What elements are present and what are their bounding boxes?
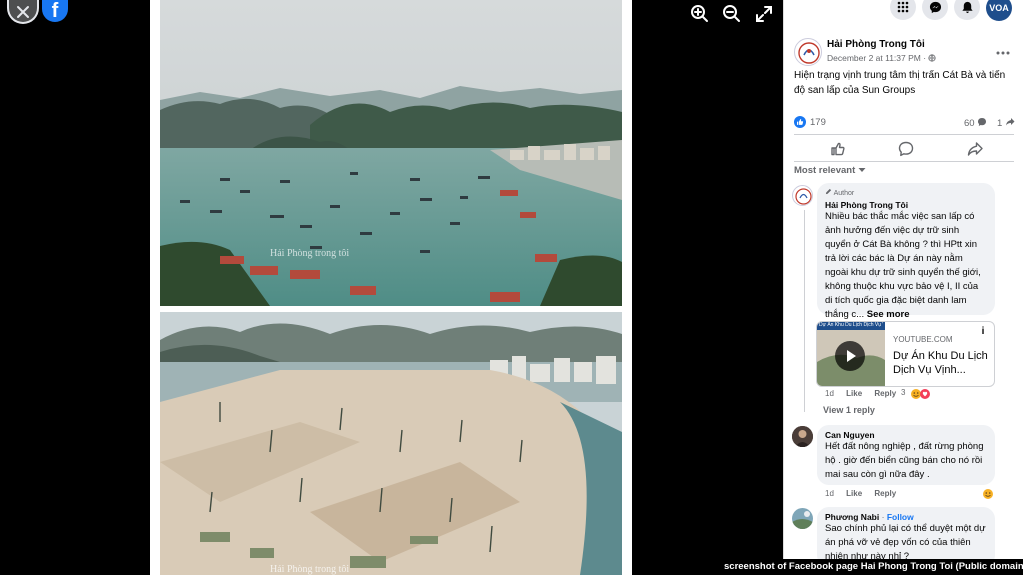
view-replies-label: View 1 reply [823, 405, 875, 415]
messenger-icon [929, 1, 941, 13]
notifications-button[interactable] [954, 0, 980, 20]
comment-text: Sao chính phủ lại có thể duyệt một dự án… [825, 523, 986, 562]
comment-text: Hết đất nông nghiệp , đất rừng phòng hộ … [825, 441, 984, 480]
comment-avatar[interactable] [792, 426, 813, 447]
image-credit: screenshot of Facebook page Hai Phong Tr… [718, 559, 1023, 575]
info-icon[interactable]: i [975, 324, 991, 340]
view-replies-link[interactable]: View 1 reply [823, 405, 875, 415]
chevron-down-icon [858, 168, 866, 172]
like-reaction-icon[interactable] [794, 116, 806, 128]
bay-photo: Hải Phòng trong tôi [160, 0, 622, 306]
close-viewer-button[interactable] [7, 0, 39, 24]
zoom-in-icon[interactable] [690, 4, 710, 24]
comment-bubble: Phương Nabi · Follow Sao chính phủ lại c… [817, 507, 995, 567]
post-text: Hiện trạng vịnh trung tâm thị trấn Cát B… [794, 70, 1006, 96]
post-actions-bar [794, 134, 1014, 162]
thumbs-up-icon [831, 142, 845, 156]
post-timestamp[interactable]: December 2 at 11:37 PM · [827, 53, 937, 63]
fullscreen-icon[interactable] [754, 4, 774, 24]
share-icon [967, 142, 983, 156]
post-header: Hải Phòng Trong Tôi December 2 at 11:37 … [794, 38, 1014, 68]
page-name[interactable]: Hải Phòng Trong Tôi [827, 39, 925, 50]
thumbnail-caption: Dự Án Khu Du Lịch Dịch Vụ Vịnh Trung Tâm… [819, 322, 883, 328]
top-navigation-bar: VOA [784, 0, 1023, 26]
pencil-icon [825, 188, 832, 195]
comment-sort-label: Most relevant [794, 165, 856, 176]
comment-author[interactable]: Can Nguyen [825, 430, 987, 440]
comment-bubble: Author Hải Phòng Trong Tôi Nhiều bác thắ… [817, 183, 995, 320]
share-button[interactable] [966, 140, 984, 158]
comment-time[interactable]: 1d [825, 489, 834, 498]
comment-count-icon [978, 118, 987, 126]
reply-thread-line [804, 210, 805, 412]
watermark-bottom: Hải Phòng trong tôi [270, 564, 349, 575]
link-title: Dự Án Khu Du Lịch Dịch Vụ Vịnh... [893, 350, 988, 376]
shares-count-value: 1 [997, 118, 1003, 129]
author-badge: Author [825, 188, 987, 197]
dot-separator: · [881, 512, 885, 522]
comment-meta: 1d Like Reply [825, 489, 906, 498]
photo-viewer: f Hải Phòng trong tôi Hải Phòng trong tô… [0, 0, 783, 575]
close-icon [17, 6, 29, 18]
youtube-link-preview[interactable]: Dự Án Khu Du Lịch Dịch Vụ Vịnh Trung Tâm… [816, 321, 995, 387]
post-options-button[interactable] [996, 42, 1010, 58]
comment-reply-button[interactable]: Reply [874, 489, 896, 498]
globe-icon [928, 54, 937, 62]
comment-reaction-icon[interactable] [982, 487, 994, 499]
comment-text-body: Nhiều bác thắc mắc việc san lấp có ảnh h… [825, 211, 981, 320]
author-badge-label: Author [833, 190, 855, 197]
reaction-emoji-icons [910, 387, 932, 399]
like-button[interactable] [829, 140, 847, 158]
shares-count[interactable]: 1 [997, 117, 1015, 129]
comment-icon [898, 141, 914, 157]
follow-button[interactable]: Follow [887, 512, 914, 522]
screenshot-stage: f Hải Phòng trong tôi Hải Phòng trong tô… [0, 0, 1023, 575]
comment-author[interactable]: Hải Phòng Trong Tôi [825, 200, 987, 210]
facebook-logo[interactable]: f [42, 0, 68, 22]
comment-author-row: Phương Nabi · Follow [825, 512, 987, 522]
share-count-icon [1005, 118, 1015, 126]
menu-grid-icon [897, 1, 909, 13]
notifications-icon [961, 1, 973, 13]
comment-button[interactable] [897, 140, 915, 158]
reclamation-photo: Hải Phòng trong tôi [160, 312, 622, 575]
messenger-button[interactable] [922, 0, 948, 20]
comment-avatar[interactable] [792, 185, 813, 206]
more-options-icon [996, 51, 1010, 55]
page-avatar[interactable] [794, 38, 822, 66]
comment-reaction-count: 3 [901, 388, 906, 397]
post-photo[interactable]: Hải Phòng trong tôi Hải Phòng trong tôi [150, 0, 632, 575]
comment-meta: 1d Like Reply [825, 389, 906, 398]
zoom-out-icon[interactable] [722, 4, 742, 24]
comment-sort-dropdown[interactable]: Most relevant [794, 165, 866, 176]
account-avatar[interactable]: VOA [986, 0, 1012, 21]
reactions-summary: 179 60 1 [794, 116, 1016, 130]
comment-time[interactable]: 1d [825, 389, 834, 398]
comment-bubble: Can Nguyen Hết đất nông nghiệp , đất rừn… [817, 425, 995, 485]
comment-like-button[interactable]: Like [846, 389, 862, 398]
timestamp-text: December 2 at 11:37 PM · [827, 53, 927, 63]
comment-reply-button[interactable]: Reply [874, 389, 896, 398]
watermark-top: Hải Phòng trong tôi [270, 248, 349, 259]
comment-text: Nhiều bác thắc mắc việc san lấp có ảnh h… [825, 210, 987, 322]
link-source: YOUTUBE.COM [893, 335, 953, 344]
menu-grid-button[interactable] [890, 0, 916, 20]
see-more-link[interactable]: See more [867, 309, 910, 320]
comment-like-button[interactable]: Like [846, 489, 862, 498]
play-icon[interactable] [835, 341, 865, 371]
comment-author[interactable]: Phương Nabi [825, 512, 879, 522]
video-thumbnail: Dự Án Khu Du Lịch Dịch Vụ Vịnh Trung Tâm… [817, 322, 885, 386]
reactions-count[interactable]: 179 [810, 117, 826, 128]
comments-count-value: 60 [964, 118, 975, 129]
comment-avatar[interactable] [792, 508, 813, 529]
comments-count[interactable]: 60 [964, 117, 987, 129]
